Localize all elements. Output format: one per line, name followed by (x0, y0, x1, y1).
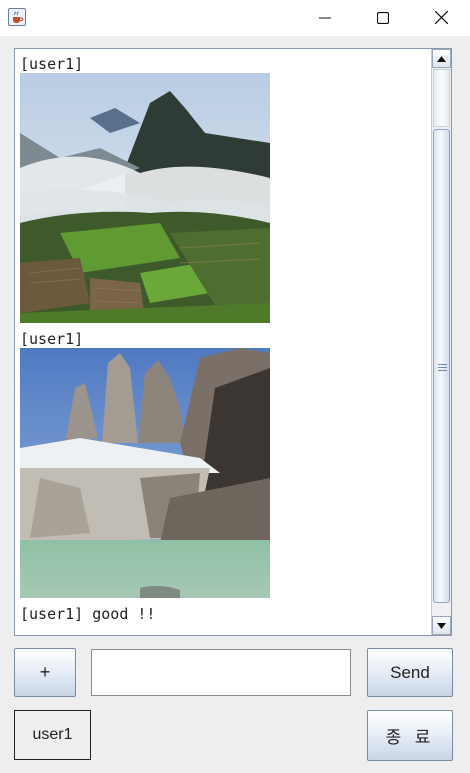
scroll-track[interactable] (433, 69, 450, 127)
scroll-down-button[interactable] (432, 616, 451, 635)
scroll-thumb[interactable] (433, 129, 450, 603)
arrow-down-icon (437, 622, 446, 629)
machu-picchu-mountain-photo (20, 73, 270, 323)
torres-del-paine-lake-photo (20, 348, 270, 598)
maximize-icon (376, 9, 390, 28)
vertical-scrollbar[interactable] (431, 49, 451, 635)
chat-log: [user1] [user1] [user1] good !! (15, 49, 431, 635)
chat-message: [user1] good !! (20, 605, 156, 623)
close-icon (434, 9, 448, 28)
java-cup-icon (8, 8, 26, 26)
maximize-button[interactable] (354, 0, 412, 36)
scroll-up-button[interactable] (432, 49, 451, 68)
send-button[interactable]: Send (367, 648, 453, 697)
exit-button[interactable]: 종 료 (367, 710, 453, 761)
close-button[interactable] (412, 0, 470, 36)
message-input[interactable] (91, 649, 351, 696)
user-name-label: user1 (14, 710, 91, 760)
message-sender: [user1] (20, 55, 84, 73)
minimize-icon (319, 9, 331, 28)
message-sender: [user1] (20, 330, 84, 348)
title-bar (0, 0, 470, 36)
minimize-button[interactable] (296, 0, 354, 36)
chat-scroll-pane[interactable]: [user1] [user1] [user1] good !! (14, 48, 452, 636)
grip-icon (438, 364, 447, 371)
arrow-up-icon (437, 55, 446, 62)
add-image-button[interactable]: + (14, 648, 76, 697)
